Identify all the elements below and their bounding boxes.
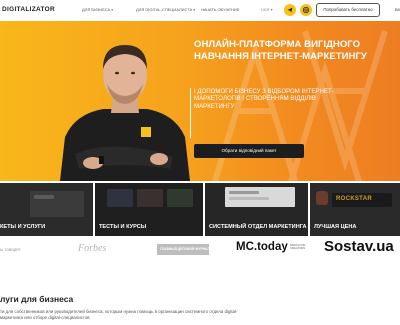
telegram-icon[interactable] (284, 4, 296, 16)
services-heading: луги для бизнеса (0, 294, 74, 304)
logo[interactable]: DIGITALIZATOR (2, 6, 55, 13)
chevron-down-icon: ▾ (111, 8, 114, 12)
tile-best-price[interactable]: ROCKSTAR ЛУЧШАЯ ЦЕНА (310, 183, 400, 236)
login-link[interactable]: ВХ (395, 7, 400, 12)
tile-preview-line (229, 197, 269, 200)
nav-for-business-label: ДЛЯ БИЗНЕСА (82, 7, 111, 12)
mc-today-tag: MEDIA FOR CREATORS (290, 243, 306, 251)
tile-packages-services[interactable]: КЕТЫ И УСЛУГИ (0, 183, 93, 236)
press-logos: ы говорят Forbes ГЛАВНЫЙ ДЕЛОВОЙ ЖУРНАЛ … (0, 238, 400, 264)
tile-preview (167, 189, 193, 207)
nav-for-business[interactable]: ДЛЯ БИЗНЕСА▾ (82, 7, 113, 12)
tile-system-department[interactable]: СИСТЕМНЫЙ ОТДЕЛ МАРКЕТИНГА (205, 183, 308, 236)
forbes-logo: Forbes (78, 243, 107, 254)
press-intro: ы говорят (0, 247, 21, 252)
hero-banner: ОНЛАЙН-ПЛАТФОРМА ВИГІДНОГО НАВЧАННЯ ІНТЕ… (0, 21, 400, 181)
rockstar-badge: ROCKSTAR (336, 196, 372, 202)
language-switcher[interactable]: UKR ▾ (261, 7, 273, 12)
choose-package-button[interactable]: Обрати відповідний пакет (194, 144, 304, 158)
tile-label: ТЕСТЫ И КУРСЫ (99, 224, 147, 231)
nav-for-specialist[interactable]: ДЛЯ DIGITAL-СПЕЦИАЛИСТА▾ (136, 7, 195, 12)
hero-person-image (60, 45, 190, 181)
tile-tests-courses[interactable]: ТЕСТЫ И КУРСЫ (95, 183, 203, 236)
tile-label: ЛУЧШАЯ ЦЕНА (314, 224, 357, 231)
try-free-button[interactable]: Попробовать бесплатно (316, 3, 380, 17)
mc-today-logo: MC.today (236, 241, 288, 253)
business-magazine-logo: ГЛАВНЫЙ ДЕЛОВОЙ ЖУРНАЛ (157, 244, 210, 255)
site-header: DIGITALIZATOR ДЛЯ БИЗНЕСА▾ ДЛЯ DIGITAL-С… (0, 0, 400, 21)
tile-preview (107, 189, 133, 207)
chevron-down-icon: ▾ (193, 8, 195, 12)
services-description: ти для собственников или руководителей б… (0, 309, 238, 320)
feature-tiles: КЕТЫ И УСЛУГИ ТЕСТЫ И КУРСЫ СИСТЕМНЫЙ ОТ… (0, 183, 400, 236)
chevron-down-icon: ▾ (270, 7, 273, 12)
nav-start-learning[interactable]: НАЧАТЬ ОБУЧЕНИЕ (201, 7, 239, 12)
tile-preview (137, 189, 163, 207)
tile-label: КЕТЫ И УСЛУГИ (0, 224, 46, 231)
hero-divider (190, 88, 191, 138)
nav-for-specialist-label: ДЛЯ DIGITAL-СПЕЦИАЛИСТА (136, 7, 193, 12)
instagram-icon[interactable] (300, 4, 312, 16)
sostav-logo: Sostav.ua (324, 238, 394, 255)
tile-preview-line (34, 195, 54, 199)
tile-preview (316, 191, 328, 205)
hero-title: ОНЛАЙН-ПЛАТФОРМА ВИГІДНОГО НАВЧАННЯ ІНТЕ… (194, 39, 367, 62)
hero-subtitle: І ДОПОМОГИ БІЗНЕСУ З ВІДБОРОМ ІНТЕРНЕТ-М… (194, 88, 334, 110)
tile-label: СИСТЕМНЫЙ ОТДЕЛ МАРКЕТИНГА (209, 224, 307, 231)
language-label: UKR (261, 7, 270, 12)
nav-start-learning-label: НАЧАТЬ ОБУЧЕНИЕ (201, 7, 240, 12)
tile-preview-line (229, 191, 259, 194)
business-magazine-text: ГЛАВНЫЙ ДЕЛОВОЙ ЖУРНАЛ (160, 247, 210, 251)
